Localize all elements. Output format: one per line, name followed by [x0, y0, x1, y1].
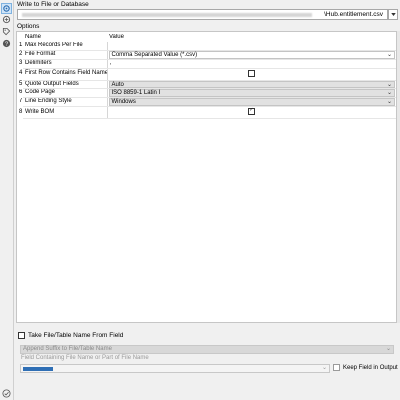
help-icon[interactable]: ?: [2, 39, 11, 48]
chevron-down-icon: ⌄: [386, 81, 392, 88]
chevron-down-icon: ⌄: [321, 365, 327, 371]
output-path-input[interactable]: \Hub.entitlement.csv: [17, 9, 388, 20]
file-format-value: Comma Separated Value (*.csv): [111, 51, 198, 58]
configuration-pane: Write to File or Database \Hub.entitleme…: [14, 0, 400, 400]
options-grid: Name Value 1 Max Records Per File 2 File…: [16, 31, 397, 323]
option-name: Quote Output Fields: [23, 80, 108, 90]
append-suffix-value: Append Suffix to File/Table Name: [23, 346, 112, 352]
option-name: First Row Contains Field Names: [23, 68, 108, 81]
table-row: 3 Delimiters ,: [17, 59, 396, 69]
column-header-name: Name: [25, 34, 42, 40]
row-index: 6: [19, 89, 23, 96]
row-index: 5: [19, 80, 23, 87]
table-row: 5 Quote Output Fields Auto ⌄: [17, 80, 396, 90]
option-name: Max Records Per File: [23, 41, 108, 51]
left-toolbar: ?: [0, 0, 14, 400]
line-ending-style-value: Windows: [111, 99, 136, 106]
table-row: 8 Write BOM: [17, 106, 396, 120]
settings-icon[interactable]: [1, 3, 12, 14]
chevron-down-icon: [390, 13, 396, 16]
option-name: File Format: [23, 50, 108, 60]
row-index: 3: [19, 59, 23, 66]
redacted-path: [22, 13, 312, 17]
connection-icon[interactable]: [2, 15, 11, 24]
table-row: 4 First Row Contains Field Names: [17, 68, 396, 81]
quote-output-fields-select[interactable]: Auto ⌄: [108, 80, 395, 88]
chevron-down-icon: ⌄: [386, 51, 392, 58]
take-name-from-field-checkbox[interactable]: [18, 332, 25, 339]
column-header-value: Value: [109, 34, 124, 40]
max-records-input[interactable]: [107, 41, 396, 51]
option-name: Line Ending Style: [23, 97, 108, 108]
table-row: 2 File Format Comma Separated Value (*.c…: [17, 50, 396, 60]
option-name: Code Page: [23, 88, 108, 99]
row-index: 1: [19, 42, 23, 49]
keep-field-checkbox[interactable]: [333, 364, 340, 371]
output-path-text: \Hub.entitlement.csv: [324, 11, 383, 18]
write-bom-checkbox[interactable]: [248, 107, 256, 116]
option-name: Delimiters: [23, 59, 108, 69]
options-section-label: Options: [17, 23, 40, 30]
code-page-value: ISO 8859-1 Latin I: [111, 90, 161, 97]
take-name-from-field-label: Take File/Table Name From Field: [28, 332, 124, 339]
check-circle-icon: [2, 389, 11, 398]
output-path-dropdown-button[interactable]: [388, 9, 398, 20]
field-name-options: Append Suffix to File/Table Name ⌄ Field…: [16, 340, 399, 380]
table-row: 7 Line Ending Style Windows ⌄: [17, 97, 396, 108]
options-table: Name Value 1 Max Records Per File 2 File…: [17, 34, 396, 120]
keep-field-label: Keep Field in Output: [343, 364, 398, 371]
table-header: Name Value: [17, 34, 396, 42]
append-suffix-select[interactable]: Append Suffix to File/Table Name ⌄: [20, 345, 394, 354]
chevron-down-icon: ⌄: [386, 90, 392, 97]
tag-icon[interactable]: [2, 27, 11, 36]
take-name-from-field-row: Take File/Table Name From Field: [18, 332, 123, 339]
keep-field-row: Keep Field in Output: [333, 364, 398, 371]
code-page-select[interactable]: ISO 8859-1 Latin I ⌄: [108, 89, 395, 97]
quote-output-fields-value: Auto: [111, 81, 124, 88]
selected-field-highlight: [23, 367, 53, 371]
delimiters-input[interactable]: ,: [107, 59, 396, 69]
chevron-down-icon: ⌄: [385, 346, 391, 352]
row-index: 7: [19, 98, 23, 105]
output-section-label: Write to File or Database: [17, 1, 89, 8]
option-name: Write BOM: [23, 106, 108, 120]
table-row: 6 Code Page ISO 8859-1 Latin I ⌄: [17, 88, 396, 99]
line-ending-style-select[interactable]: Windows ⌄: [108, 98, 395, 106]
first-row-field-names-checkbox[interactable]: [248, 69, 256, 77]
row-index: 2: [19, 50, 23, 57]
table-row: 1 Max Records Per File: [17, 41, 396, 51]
field-containing-name-label: Field Containing File Name or Part of Fi…: [21, 355, 149, 361]
field-containing-name-select[interactable]: ⌄: [20, 364, 330, 373]
chevron-down-icon: ⌄: [386, 99, 392, 106]
file-format-select[interactable]: Comma Separated Value (*.csv) ⌄: [108, 50, 395, 59]
